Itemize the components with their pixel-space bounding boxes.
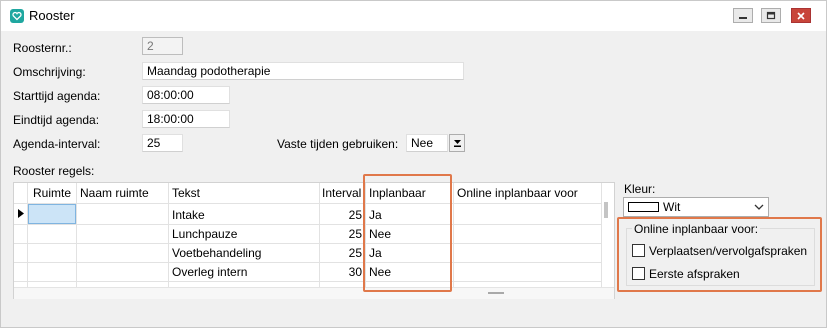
starttijd-label: Starttijd agenda:	[13, 89, 101, 103]
close-button[interactable]	[791, 8, 811, 23]
kleur-select[interactable]: Wit	[623, 197, 769, 217]
cell-interval: 25	[348, 208, 362, 222]
roosternr-field[interactable]: 2	[142, 37, 183, 55]
maximize-button[interactable]	[761, 8, 781, 23]
inplanbaar-highlight	[363, 174, 452, 292]
interval-label: Agenda-interval:	[13, 137, 101, 151]
heart-icon	[10, 9, 24, 23]
maximize-icon	[766, 11, 776, 20]
cell-interval: 25	[348, 227, 362, 241]
eindtijd-field[interactable]: 18:00:00	[142, 110, 230, 128]
column-header-tekst[interactable]: Tekst	[172, 186, 200, 200]
cell-interval: 30	[348, 265, 362, 279]
rooster-window: Rooster Roosternr.: 2 Omschrijving: Maan…	[0, 0, 827, 328]
minimize-button[interactable]	[733, 8, 753, 23]
vaste-tijden-label: Vaste tijden gebruiken:	[277, 137, 399, 151]
close-icon	[797, 11, 805, 20]
horizontal-scrollbar-thumb[interactable]	[488, 292, 504, 294]
table-row[interactable]: Lunchpauze 25 Nee	[14, 224, 601, 243]
column-header-interval[interactable]: Interval	[322, 186, 361, 200]
download-arrow-icon	[453, 140, 461, 147]
column-header-ruimte[interactable]: Ruimte	[33, 186, 71, 200]
window-title: Rooster	[29, 8, 75, 23]
color-swatch	[628, 202, 659, 212]
column-header-online-inplanbaar[interactable]: Online inplanbaar voor	[457, 186, 578, 200]
roosternr-label: Roosternr.:	[13, 41, 72, 55]
chevron-down-icon	[754, 204, 764, 210]
table-row[interactable]: Voetbehandeling 25 Ja	[14, 243, 601, 262]
kleur-value: Wit	[663, 200, 681, 214]
cell-tekst: Voetbehandeling	[172, 246, 262, 260]
cell-interval: 25	[348, 246, 362, 260]
cell-tekst: Lunchpauze	[172, 227, 238, 241]
vaste-tijden-select[interactable]: Nee	[406, 134, 448, 152]
column-header-naam-ruimte[interactable]: Naam ruimte	[80, 186, 149, 200]
vertical-scrollbar[interactable]	[604, 202, 608, 218]
minimize-icon	[739, 16, 747, 19]
table-row[interactable]: Overleg intern 30 Nee	[14, 262, 601, 281]
table-row[interactable]: Intake 25 Ja	[14, 204, 601, 224]
omschrijving-field[interactable]: Maandag podotherapie	[142, 62, 464, 80]
horizontal-scrollbar[interactable]	[14, 287, 614, 299]
vaste-tijden-dropdown-button[interactable]	[449, 134, 465, 152]
starttijd-field[interactable]: 08:00:00	[142, 86, 230, 104]
omschrijving-label: Omschrijving:	[13, 65, 86, 79]
eindtijd-label: Eindtijd agenda:	[13, 113, 100, 127]
title-bar: Rooster	[1, 1, 826, 31]
kleur-label: Kleur:	[624, 182, 656, 196]
cell-tekst: Intake	[172, 208, 205, 222]
cell-tekst: Overleg intern	[172, 265, 248, 279]
online-group-highlight	[617, 217, 822, 292]
rooster-regels-grid[interactable]: Ruimte Naam ruimte Tekst Interval Inplan…	[13, 182, 615, 299]
rooster-regels-label: Rooster regels:	[13, 164, 95, 178]
interval-field[interactable]: 25	[142, 134, 183, 152]
